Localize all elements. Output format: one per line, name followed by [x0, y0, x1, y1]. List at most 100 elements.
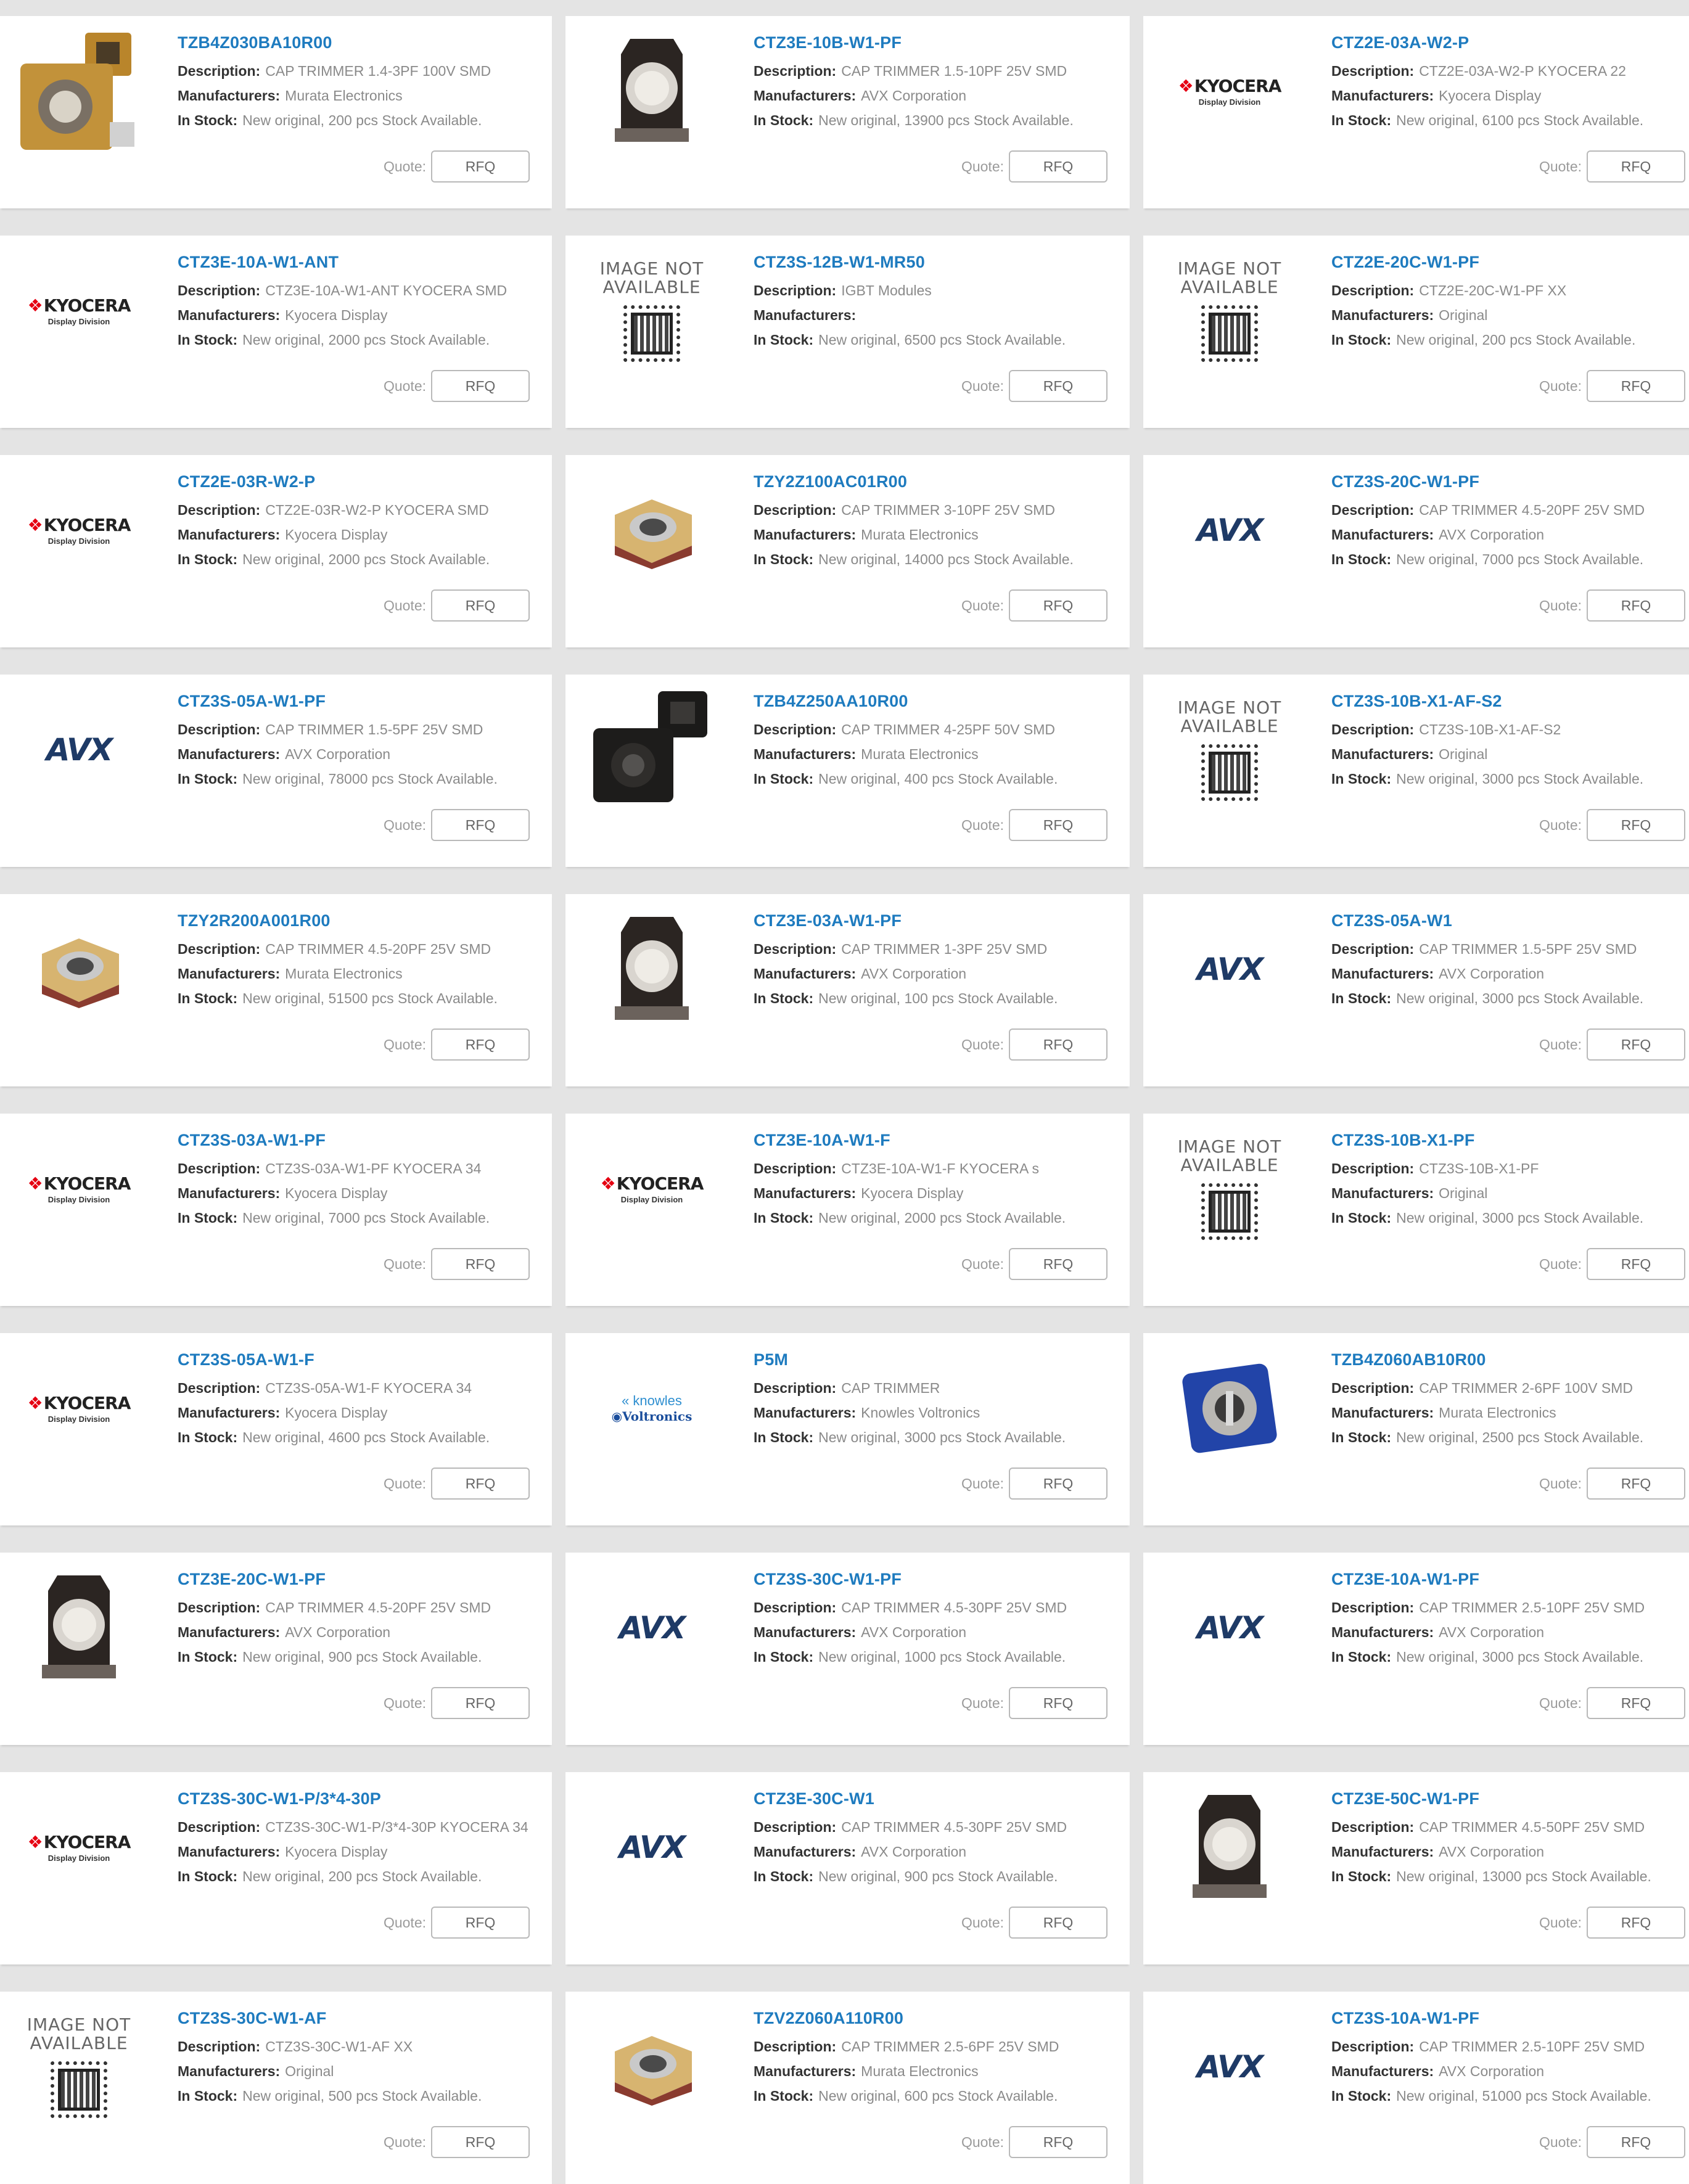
rfq-button[interactable]: RFQ: [431, 2126, 530, 2158]
product-image[interactable]: [590, 469, 713, 592]
part-number-link[interactable]: CTZ2E-03R-W2-P: [178, 472, 533, 491]
rfq-button[interactable]: RFQ: [431, 1248, 530, 1280]
rfq-button[interactable]: RFQ: [1009, 589, 1108, 622]
part-number-link[interactable]: CTZ3S-05A-W1: [1331, 911, 1689, 930]
part-number-link[interactable]: CTZ3S-03A-W1-PF: [178, 1131, 533, 1150]
part-number-link[interactable]: P5M: [754, 1350, 1111, 1369]
rfq-button[interactable]: RFQ: [1009, 1248, 1108, 1280]
stock-value: New original, 3000 pcs Stock Available.: [1396, 771, 1644, 787]
product-image[interactable]: [590, 2005, 713, 2129]
part-number-link[interactable]: CTZ3S-30C-W1-P/3*4-30P: [178, 1789, 533, 1808]
product-image[interactable]: ❖KYOCERA Display Division: [17, 469, 141, 592]
rfq-button[interactable]: RFQ: [431, 1687, 530, 1719]
rfq-button[interactable]: RFQ: [431, 150, 530, 183]
part-number-link[interactable]: CTZ3S-12B-W1-MR50: [754, 253, 1111, 272]
rfq-button[interactable]: RFQ: [1587, 1687, 1685, 1719]
product-image[interactable]: [17, 30, 141, 153]
rfq-button[interactable]: RFQ: [431, 809, 530, 841]
manufacturer-row: Manufacturers: Kyocera Display: [754, 1181, 1111, 1205]
part-number-link[interactable]: CTZ3S-05A-W1-PF: [178, 692, 533, 711]
stock-label: In Stock:: [1331, 1429, 1392, 1445]
product-image[interactable]: AVX: [590, 1786, 713, 1909]
product-image[interactable]: AVX: [1168, 469, 1291, 592]
rfq-button[interactable]: RFQ: [1009, 1468, 1108, 1500]
rfq-button[interactable]: RFQ: [1587, 1248, 1685, 1280]
part-number-link[interactable]: TZY2Z100AC01R00: [754, 472, 1111, 491]
rfq-button[interactable]: RFQ: [1009, 809, 1108, 841]
rfq-button[interactable]: RFQ: [431, 1468, 530, 1500]
part-number-link[interactable]: CTZ3E-10B-W1-PF: [754, 33, 1111, 52]
product-image[interactable]: IMAGE NOT AVAILABLE: [1168, 249, 1291, 372]
part-number-link[interactable]: CTZ3E-10A-W1-ANT: [178, 253, 533, 272]
product-image[interactable]: IMAGE NOT AVAILABLE: [17, 2005, 141, 2129]
part-number-link[interactable]: CTZ3S-05A-W1-F: [178, 1350, 533, 1369]
product-image[interactable]: [590, 688, 713, 811]
stock-label: In Stock:: [1331, 771, 1392, 787]
product-image[interactable]: [590, 30, 713, 153]
part-number-link[interactable]: CTZ3E-20C-W1-PF: [178, 1570, 533, 1589]
rfq-button[interactable]: RFQ: [1009, 1028, 1108, 1061]
rfq-button[interactable]: RFQ: [1587, 809, 1685, 841]
product-image[interactable]: [17, 1566, 141, 1689]
rfq-button[interactable]: RFQ: [431, 589, 530, 622]
rfq-button[interactable]: RFQ: [1009, 1687, 1108, 1719]
product-image[interactable]: [1168, 1347, 1291, 1470]
product-image[interactable]: AVX: [17, 688, 141, 811]
part-number-link[interactable]: CTZ2E-20C-W1-PF: [1331, 253, 1689, 272]
part-number-link[interactable]: CTZ3S-10A-W1-PF: [1331, 2009, 1689, 2028]
product-image[interactable]: [17, 908, 141, 1031]
part-number-link[interactable]: CTZ2E-03A-W2-P: [1331, 33, 1689, 52]
part-number-link[interactable]: CTZ3E-10A-W1-F: [754, 1131, 1111, 1150]
rfq-button[interactable]: RFQ: [1587, 589, 1685, 622]
part-number-link[interactable]: CTZ3E-10A-W1-PF: [1331, 1570, 1689, 1589]
stock-row: In Stock: New original, 900 pcs Stock Ava…: [754, 1864, 1111, 1889]
rfq-button[interactable]: RFQ: [1587, 1468, 1685, 1500]
rfq-button[interactable]: RFQ: [1009, 1907, 1108, 1939]
product-image[interactable]: ❖KYOCERA Display Division: [17, 249, 141, 372]
part-number-link[interactable]: CTZ3S-30C-W1-AF: [178, 2009, 533, 2028]
product-image[interactable]: ❖KYOCERA Display Division: [1168, 30, 1291, 153]
part-number-link[interactable]: TZB4Z060AB10R00: [1331, 1350, 1689, 1369]
rfq-button[interactable]: RFQ: [1587, 2126, 1685, 2158]
stock-row: In Stock: New original, 4600 pcs Stock Av…: [178, 1425, 533, 1450]
rfq-button[interactable]: RFQ: [1587, 370, 1685, 402]
part-number-link[interactable]: CTZ3E-50C-W1-PF: [1331, 1789, 1689, 1808]
part-number-link[interactable]: CTZ3S-30C-W1-PF: [754, 1570, 1111, 1589]
part-number-link[interactable]: TZV2Z060A110R00: [754, 2009, 1111, 2028]
part-number-link[interactable]: TZB4Z030BA10R00: [178, 33, 533, 52]
part-number-link[interactable]: CTZ3S-20C-W1-PF: [1331, 472, 1689, 491]
quote-area: Quote: RFQ: [961, 1248, 1108, 1280]
product-image[interactable]: AVX: [590, 1566, 713, 1689]
description-label: Description:: [754, 1819, 837, 1835]
rfq-button[interactable]: RFQ: [431, 1907, 530, 1939]
rfq-button[interactable]: RFQ: [1009, 2126, 1108, 2158]
product-image[interactable]: IMAGE NOT AVAILABLE: [1168, 1127, 1291, 1250]
rfq-button[interactable]: RFQ: [1587, 1907, 1685, 1939]
part-number-link[interactable]: TZB4Z250AA10R00: [754, 692, 1111, 711]
product-image[interactable]: AVX: [1168, 2005, 1291, 2129]
part-number-link[interactable]: TZY2R200A001R00: [178, 911, 533, 930]
product-image[interactable]: [590, 908, 713, 1031]
description-row: Description: CTZ3S-30C-W1-P/3*4-30P KYOCE…: [178, 1815, 533, 1839]
product-image[interactable]: ❖KYOCERA Display Division: [17, 1786, 141, 1909]
product-image[interactable]: AVX: [1168, 1566, 1291, 1689]
rfq-button[interactable]: RFQ: [431, 1028, 530, 1061]
part-number-link[interactable]: CTZ3S-10B-X1-AF-S2: [1331, 692, 1689, 711]
rfq-button[interactable]: RFQ: [1587, 150, 1685, 183]
part-number-link[interactable]: CTZ3E-30C-W1: [754, 1789, 1111, 1808]
part-number-link[interactable]: CTZ3E-03A-W1-PF: [754, 911, 1111, 930]
product-image[interactable]: AVX: [1168, 908, 1291, 1031]
rfq-button[interactable]: RFQ: [1009, 150, 1108, 183]
product-image[interactable]: ❖KYOCERA Display Division: [17, 1127, 141, 1250]
product-image[interactable]: « knowles ◉Voltronics: [590, 1347, 713, 1470]
rfq-button[interactable]: RFQ: [1587, 1028, 1685, 1061]
rfq-button[interactable]: RFQ: [431, 370, 530, 402]
part-number-link[interactable]: CTZ3S-10B-X1-PF: [1331, 1131, 1689, 1150]
product-image[interactable]: [1168, 1786, 1291, 1909]
product-image[interactable]: ❖KYOCERA Display Division: [17, 1347, 141, 1470]
product-image[interactable]: ❖KYOCERA Display Division: [590, 1127, 713, 1250]
rfq-button[interactable]: RFQ: [1009, 370, 1108, 402]
product-image[interactable]: IMAGE NOT AVAILABLE: [1168, 688, 1291, 811]
product-image[interactable]: IMAGE NOT AVAILABLE: [590, 249, 713, 372]
description-row: Description: CAP TRIMMER 3-10PF 25V SMD: [754, 498, 1111, 522]
